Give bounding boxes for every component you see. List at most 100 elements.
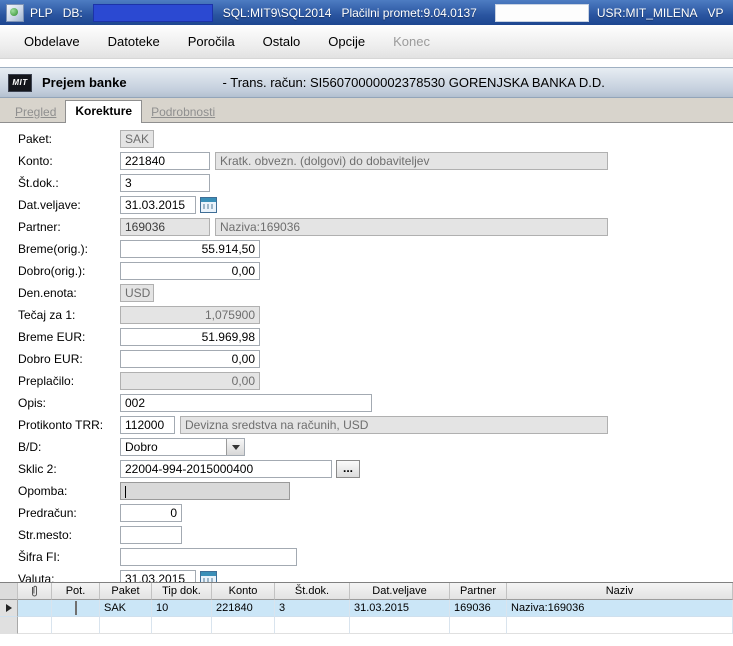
cell-paket[interactable]: SAK — [100, 600, 152, 617]
sklic2-browse-button[interactable]: ... — [336, 460, 360, 478]
user-label: USR:MIT_MILENA — [596, 5, 698, 20]
bd-dropdown[interactable]: Dobro — [120, 438, 245, 456]
field-row-den-enota: Den.enota: USD — [18, 282, 733, 304]
konto-field[interactable]: 221840 — [120, 152, 210, 170]
page-title: Prejem banke — [42, 75, 127, 90]
attachment-column-header[interactable] — [18, 583, 52, 600]
app-window: PLP DB: SQL:MIT9\SQL2014 Plačilni promet… — [0, 0, 733, 646]
sifra-fi-field[interactable] — [120, 548, 297, 566]
str-mesto-field[interactable] — [120, 526, 182, 544]
protikonto-label: Protikonto TRR: — [18, 418, 104, 432]
breme-orig-label: Breme(orig.): — [18, 242, 89, 256]
opomba-label: Opomba: — [18, 484, 68, 498]
titlebar-extra: VP — [707, 5, 724, 20]
mit-logo-icon: MIT — [8, 73, 32, 92]
col-header-konto[interactable]: Konto — [212, 583, 275, 600]
st-dok-label: Št.dok.: — [18, 176, 59, 190]
dobro-orig-field[interactable]: 0,00 — [120, 262, 260, 280]
predracun-label: Predračun: — [18, 506, 77, 520]
menu-datoteke[interactable]: Datoteke — [98, 30, 170, 53]
chevron-down-icon — [231, 444, 240, 450]
col-header-tip-dok[interactable]: Tip dok. — [152, 583, 212, 600]
field-row-st-dok: Št.dok.: 3 — [18, 172, 733, 194]
col-header-dat-veljave[interactable]: Dat.veljave — [350, 583, 450, 600]
app-name: PLP — [30, 5, 53, 20]
cell-naziv[interactable]: Naziva:169036 — [507, 600, 733, 617]
field-row-sklic2: Sklic 2: 22004-994-2015000400 ... — [18, 458, 733, 480]
konto-label: Konto: — [18, 154, 53, 168]
cell-konto[interactable]: 221840 — [212, 600, 275, 617]
row-arrow-icon — [5, 604, 12, 612]
den-enota-label: Den.enota: — [18, 286, 77, 300]
konto-description: Kratk. obvezn. (dolgovi) do dobaviteljev — [215, 152, 608, 170]
field-row-dat-veljave: Dat.veljave: 31.03.2015 — [18, 194, 733, 216]
field-row-sifra-fi: Šifra FI: — [18, 546, 733, 568]
field-row-tecaj: Tečaj za 1: 1,075900 — [18, 304, 733, 326]
cell-tip-dok[interactable]: 10 — [152, 600, 212, 617]
sklic2-field[interactable]: 22004-994-2015000400 — [120, 460, 332, 478]
sklic2-label: Sklic 2: — [18, 462, 57, 476]
opis-field[interactable]: 002 — [120, 394, 372, 412]
opis-label: Opis: — [18, 396, 47, 410]
db-value-redacted — [92, 3, 213, 22]
documents-grid: Pot. Paket Tip dok. Konto Št.dok. Dat.ve… — [0, 582, 733, 646]
col-header-partner[interactable]: Partner — [450, 583, 507, 600]
menu-bar: Obdelave Datoteke Poročila Ostalo Opcije… — [0, 25, 733, 59]
field-row-dobro-eur: Dobro EUR: 0,00 — [18, 348, 733, 370]
str-mesto-label: Str.mesto: — [18, 528, 73, 542]
sql-label: SQL:MIT9\SQL2014 — [222, 5, 332, 20]
field-row-opomba: Opomba: — [18, 480, 733, 502]
st-dok-field[interactable]: 3 — [120, 174, 210, 192]
table-row[interactable]: SAK 10 221840 3 31.03.2015 169036 Naziva… — [0, 600, 733, 617]
opomba-field[interactable] — [120, 482, 290, 500]
form-header: MIT Prejem banke - Trans. račun: SI56070… — [0, 67, 733, 98]
dat-veljave-label: Dat.veljave: — [18, 198, 81, 212]
predracun-field[interactable]: 0 — [120, 504, 182, 522]
cell-pot[interactable] — [52, 600, 100, 617]
field-row-partner: Partner: 169036 Naziva:169036 — [18, 216, 733, 238]
spacer — [0, 59, 733, 67]
db-label: DB: — [62, 5, 83, 20]
protikonto-field[interactable]: 112000 — [120, 416, 175, 434]
menu-porocila[interactable]: Poročila — [178, 30, 245, 53]
breme-eur-field[interactable]: 51.969,98 — [120, 328, 260, 346]
col-header-st-dok[interactable]: Št.dok. — [275, 583, 350, 600]
menu-opcije[interactable]: Opcije — [318, 30, 375, 53]
preplacilo-field: 0,00 — [120, 372, 260, 390]
col-header-pot[interactable]: Pot. — [52, 583, 100, 600]
field-row-paket: Paket: SAK — [18, 128, 733, 150]
den-enota-field: USD — [120, 284, 154, 302]
field-row-dobro-orig: Dobro(orig.): 0,00 — [18, 260, 733, 282]
cell-dat-veljave[interactable]: 31.03.2015 — [350, 600, 450, 617]
redacted-box — [494, 3, 589, 22]
dropdown-button[interactable] — [226, 439, 244, 455]
field-row-breme-orig: Breme(orig.): 55.914,50 — [18, 238, 733, 260]
cell-attachment — [18, 600, 52, 617]
protikonto-description: Devizna sredstva na računih, USD — [180, 416, 608, 434]
field-row-str-mesto: Str.mesto: — [18, 524, 733, 546]
dobro-eur-label: Dobro EUR: — [18, 352, 83, 366]
pot-checkbox[interactable] — [74, 601, 77, 615]
tecaj-label: Tečaj za 1: — [18, 308, 76, 322]
title-bar: PLP DB: SQL:MIT9\SQL2014 Plačilni promet… — [0, 0, 733, 25]
trans-account-subtitle: - Trans. račun: SI56070000002378530 GORE… — [222, 75, 605, 90]
col-header-naziv[interactable]: Naziv — [507, 583, 733, 600]
tab-korekture[interactable]: Korekture — [65, 100, 143, 123]
tecaj-field: 1,075900 — [120, 306, 260, 324]
menu-ostalo[interactable]: Ostalo — [253, 30, 311, 53]
menu-obdelave[interactable]: Obdelave — [14, 30, 90, 53]
calendar-icon[interactable] — [200, 197, 217, 213]
cell-st-dok[interactable]: 3 — [275, 600, 350, 617]
field-row-opis: Opis: 002 — [18, 392, 733, 414]
tab-podrobnosti: Podrobnosti — [151, 105, 216, 119]
korekture-form: Paket: SAK Konto: 221840 Kratk. obvezn. … — [0, 123, 733, 586]
cell-partner[interactable]: 169036 — [450, 600, 507, 617]
dobro-orig-label: Dobro(orig.): — [18, 264, 86, 278]
bd-selected-value: Dobro — [125, 440, 158, 454]
grid-header-row: Pot. Paket Tip dok. Konto Št.dok. Dat.ve… — [0, 583, 733, 600]
col-header-paket[interactable]: Paket — [100, 583, 152, 600]
empty-grid-row — [0, 617, 733, 634]
dobro-eur-field[interactable]: 0,00 — [120, 350, 260, 368]
breme-orig-field[interactable]: 55.914,50 — [120, 240, 260, 258]
dat-veljave-field[interactable]: 31.03.2015 — [120, 196, 196, 214]
